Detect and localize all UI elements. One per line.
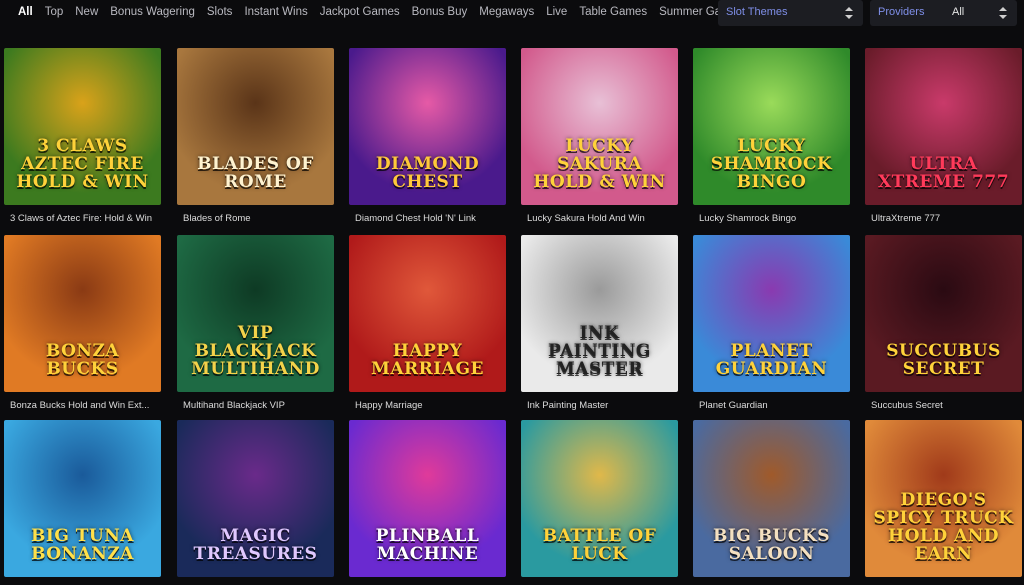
game-logo: Ink Painting Master [548,323,651,379]
tab-bonus-wagering[interactable]: Bonus Wagering [104,5,201,20]
game-card[interactable]: VIP Blackjack Multihand Multihand Blackja… [177,235,334,411]
game-logo: VIP Blackjack Multihand [191,323,320,379]
game-card[interactable]: Lucky Shamrock Bingo Lucky Shamrock Bingo [693,48,850,224]
game-thumbnail[interactable]: Diamond Chest [349,48,506,205]
game-thumbnail[interactable]: Big Tuna Bonanza [4,420,161,577]
game-logo: Bonza Bucks [45,341,120,379]
game-card[interactable]: Big Tuna Bonanza [4,420,161,577]
game-card[interactable]: Ultra Xtreme 777 UltraXtreme 777 [865,48,1022,224]
game-thumbnail[interactable]: Bonza Bucks [4,235,161,392]
game-logo: Battle of Luck [542,526,657,564]
game-thumbnail[interactable]: Planet Guardian [693,235,850,392]
game-thumbnail[interactable]: Battle of Luck [521,420,678,577]
tab-slots[interactable]: Slots [201,5,239,20]
game-logo: Plinball Machine [375,526,480,564]
game-logo: Diamond Chest [375,154,480,192]
game-logo: 3 Claws Aztec Fire Hold & Win [16,136,149,192]
game-title[interactable]: UltraXtreme 777 [865,213,1022,224]
top-bar: All Top New Bonus Wagering Slots Instant Wins… [0,0,1024,26]
game-card[interactable]: Battle of Luck [521,420,678,577]
tab-table-games[interactable]: Table Games [573,5,653,20]
game-logo: Planet Guardian [715,341,828,379]
providers-value: All [952,6,965,18]
game-card[interactable]: Happy Marriage Happy Marriage [349,235,506,411]
game-title[interactable]: Bonza Bucks Hold and Win Ext... [4,400,161,411]
game-title[interactable]: Diamond Chest Hold 'N' Link [349,213,506,224]
game-thumbnail[interactable]: Ultra Xtreme 777 [865,48,1022,205]
game-logo: Succubus Secret [886,341,1001,379]
game-logo: Diego's Spicy Truck Hold and Earn [873,490,1014,564]
tab-all[interactable]: All [12,5,39,20]
game-card[interactable]: Blades of Rome Blades of Rome [177,48,334,224]
game-logo: Lucky Shamrock Bingo [710,136,833,192]
game-title[interactable]: Lucky Sakura Hold And Win [521,213,678,224]
game-title[interactable]: Multihand Blackjack VIP [177,400,334,411]
game-logo: Lucky Sakura Hold & Win [533,136,666,192]
providers-select[interactable]: Providers All [870,0,1017,26]
game-thumbnail[interactable]: Blades of Rome [177,48,334,205]
slot-themes-select[interactable]: Slot Themes [718,0,863,26]
tab-top[interactable]: Top [39,5,70,20]
game-card[interactable]: Bonza Bucks Bonza Bucks Hold and Win Ext.… [4,235,161,411]
game-thumbnail[interactable]: 3 Claws Aztec Fire Hold & Win [4,48,161,205]
game-thumbnail[interactable]: VIP Blackjack Multihand [177,235,334,392]
game-card[interactable]: Ink Painting Master Ink Painting Master [521,235,678,411]
game-thumbnail[interactable]: Ink Painting Master [521,235,678,392]
game-card[interactable]: Diamond Chest Diamond Chest Hold 'N' Link [349,48,506,224]
game-logo: Magic Treasures [193,526,318,564]
game-card[interactable]: Big Bucks Saloon [693,420,850,577]
game-card[interactable]: Diego's Spicy Truck Hold and Earn [865,420,1022,577]
game-thumbnail[interactable]: Happy Marriage [349,235,506,392]
sort-arrows-icon [999,7,1007,19]
game-card[interactable]: Planet Guardian Planet Guardian [693,235,850,411]
tab-live[interactable]: Live [540,5,573,20]
slot-themes-label: Slot Themes [726,6,788,18]
category-tabs: All Top New Bonus Wagering Slots Instant Wins… [12,5,749,20]
game-logo: Blades of Rome [197,154,314,192]
game-logo: Big Tuna Bonanza [31,526,134,564]
sort-arrows-icon [845,7,853,19]
game-thumbnail[interactable]: Big Bucks Saloon [693,420,850,577]
game-logo: Ultra Xtreme 777 [877,154,1010,192]
game-title[interactable]: Lucky Shamrock Bingo [693,213,850,224]
providers-label: Providers [878,6,925,18]
game-title[interactable]: 3 Claws of Aztec Fire: Hold & Win [4,213,161,224]
game-thumbnail[interactable]: Plinball Machine [349,420,506,577]
game-logo: Big Bucks Saloon [712,526,831,564]
game-title[interactable]: Ink Painting Master [521,400,678,411]
tab-bonus-buy[interactable]: Bonus Buy [406,5,474,20]
game-thumbnail[interactable]: Diego's Spicy Truck Hold and Earn [865,420,1022,577]
game-thumbnail[interactable]: Magic Treasures [177,420,334,577]
game-card[interactable]: Plinball Machine [349,420,506,577]
game-thumbnail[interactable]: Lucky Sakura Hold & Win [521,48,678,205]
game-title[interactable]: Happy Marriage [349,400,506,411]
game-card[interactable]: Magic Treasures [177,420,334,577]
game-card[interactable]: Succubus Secret Succubus Secret [865,235,1022,411]
game-thumbnail[interactable]: Lucky Shamrock Bingo [693,48,850,205]
tab-instant-wins[interactable]: Instant Wins [238,5,313,20]
game-thumbnail[interactable]: Succubus Secret [865,235,1022,392]
tab-jackpot-games[interactable]: Jackpot Games [314,5,406,20]
game-title[interactable]: Blades of Rome [177,213,334,224]
game-title[interactable]: Succubus Secret [865,400,1022,411]
game-logo: Happy Marriage [371,341,484,379]
game-card[interactable]: Lucky Sakura Hold & Win Lucky Sakura Hold… [521,48,678,224]
game-title[interactable]: Planet Guardian [693,400,850,411]
tab-new[interactable]: New [69,5,104,20]
game-card[interactable]: 3 Claws Aztec Fire Hold & Win 3 Claws of … [4,48,161,224]
tab-megaways[interactable]: Megaways [473,5,540,20]
